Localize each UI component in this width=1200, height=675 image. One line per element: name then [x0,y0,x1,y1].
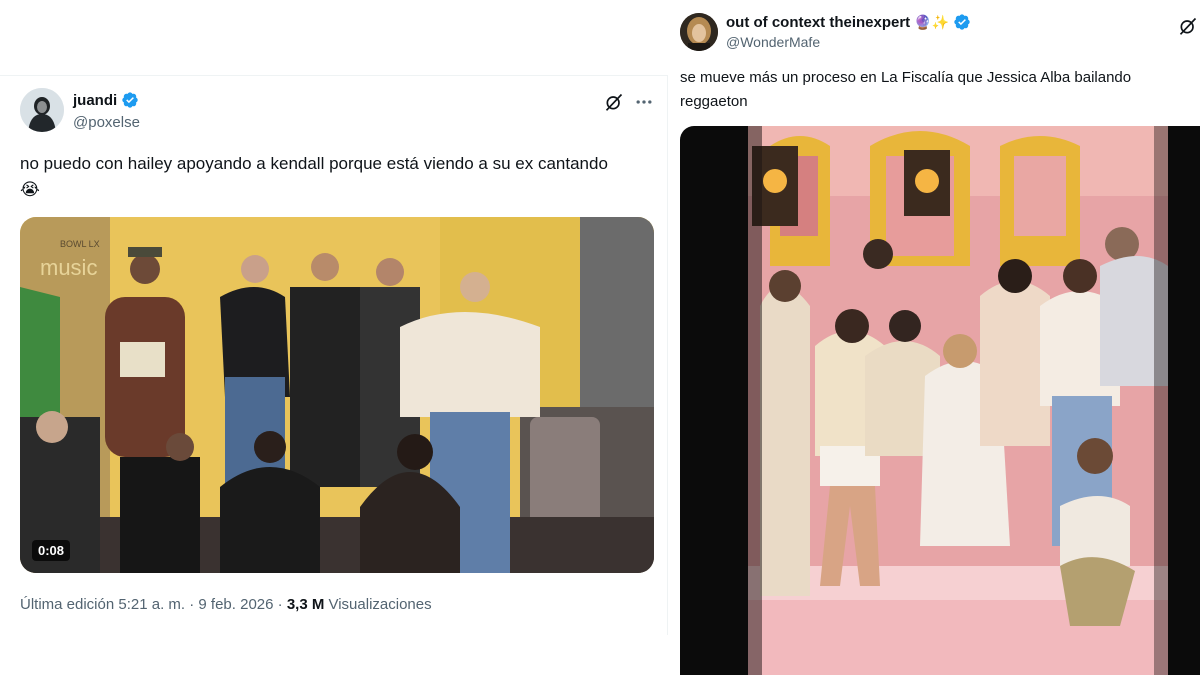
edited-timestamp[interactable]: Última edición 5:21 a. m. · 9 feb. 2026 … [20,596,287,613]
grok-icon[interactable] [1176,14,1200,38]
tweet-text: no puedo con hailey apoyando a kendall p… [20,154,608,199]
views-label: Visualizaciones [324,596,432,613]
more-icon[interactable] [632,90,656,114]
verified-badge-icon [122,92,138,108]
tweet-meta: Última edición 5:21 a. m. · 9 feb. 2026 … [20,596,432,613]
handle[interactable]: @WonderMafe [726,34,820,50]
video-duration: 0:08 [32,540,71,561]
name-emojis: 🔮✨ [914,13,950,30]
display-name[interactable]: out of context theinexpert [726,14,910,31]
avatar[interactable] [680,13,718,51]
display-name[interactable]: juandi [73,92,117,109]
tweet-card-juandi[interactable]: juandi @poxelse no puedo con hailey apoy… [0,75,668,635]
handle[interactable]: @poxelse [73,114,140,131]
media-sign-small: BOWL LX [60,239,100,249]
tweet-video[interactable]: music BOWL LX 0:08 [20,217,654,573]
tweet-card-wondermafe[interactable]: out of context theinexpert 🔮✨ @WonderMaf… [668,0,1200,675]
tweet-video[interactable] [680,126,1200,675]
verified-badge-icon [954,14,970,30]
views-count: 3,3 M [286,596,325,613]
grok-icon[interactable] [602,90,626,114]
media-sign-text: music [40,255,97,280]
avatar[interactable] [20,88,64,132]
tweet-text: se mueve más un proceso en La Fiscalía q… [680,69,1132,110]
